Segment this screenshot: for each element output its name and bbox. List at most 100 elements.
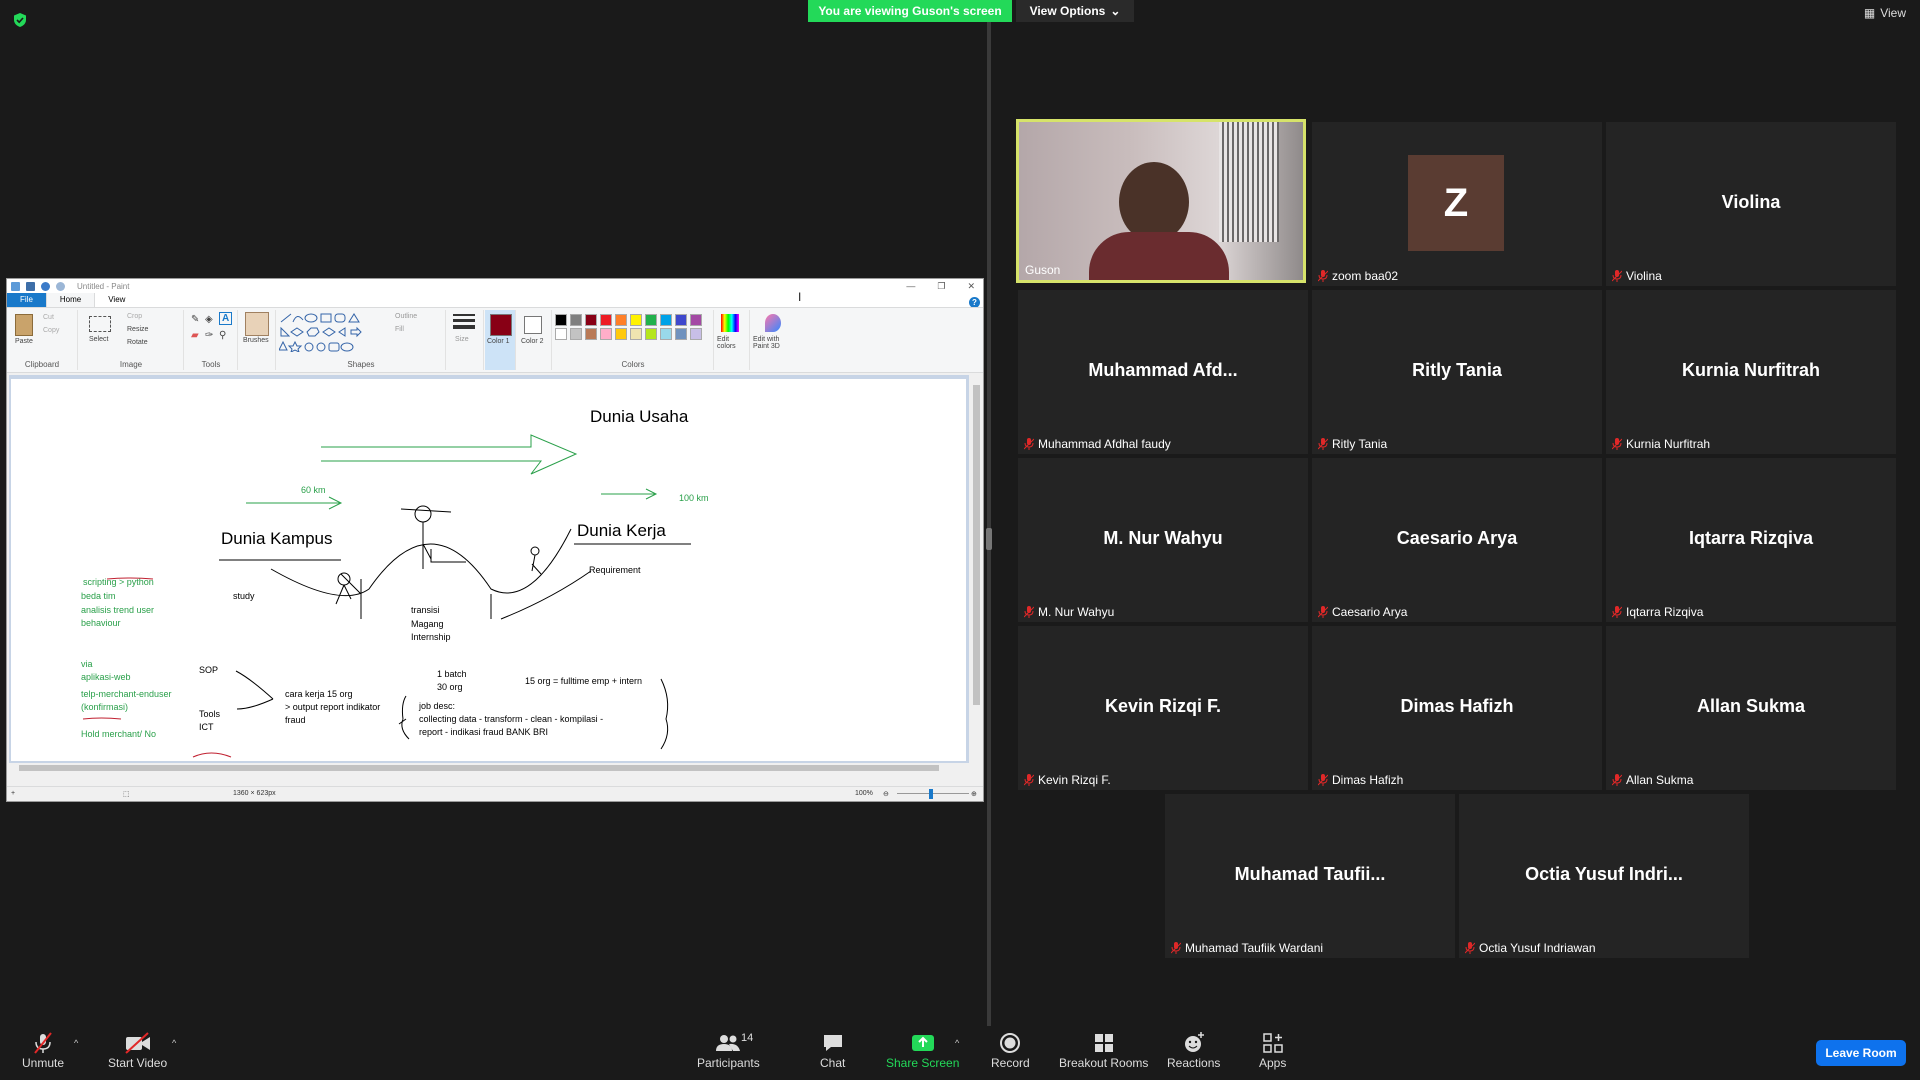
size-group[interactable]: Size [447,310,484,370]
shapes-gallery-icon[interactable] [279,312,383,352]
edit-colors-icon[interactable] [721,314,739,332]
color2-swatch[interactable] [524,316,542,334]
brushes-group[interactable]: Brushes [239,310,276,370]
redo-icon[interactable] [56,281,65,291]
outline-button[interactable]: Outline [395,313,417,320]
participant-tile[interactable]: Dimas Hafizh Dimas Hafizh [1312,626,1602,790]
select-icon[interactable] [89,316,111,332]
magnifier-icon[interactable]: ⚲ [219,330,226,341]
color-swatch[interactable] [570,314,582,326]
color-swatch[interactable] [600,314,612,326]
drawing-canvas[interactable]: Dunia Usaha Dunia Kampus Dunia Kerja 60 … [11,379,966,761]
color-swatch[interactable] [645,314,657,326]
tab-home[interactable]: Home [45,292,96,307]
color-swatch[interactable] [555,314,567,326]
maximize-icon[interactable]: ❐ [937,281,945,292]
minimize-icon[interactable]: — [906,281,915,292]
share-screen-button[interactable]: Share Screen [886,1030,959,1070]
color-swatch[interactable] [570,328,582,340]
color-swatch[interactable] [630,314,642,326]
color-swatch[interactable] [675,314,687,326]
color-swatch[interactable] [585,314,597,326]
paint3d-icon[interactable] [765,314,781,332]
paint3d-button[interactable]: Edit with Paint 3D [751,310,795,370]
fill-button[interactable]: Fill [395,326,404,333]
color-swatch[interactable] [600,328,612,340]
horizontal-scroll-thumb[interactable] [19,765,939,771]
tab-view[interactable]: View [95,293,138,307]
cut-button[interactable]: Cut [43,314,54,321]
select-label[interactable]: Select [89,336,108,343]
leave-room-button[interactable]: Leave Room [1816,1040,1906,1066]
vertical-scrollbar[interactable] [971,375,982,763]
color1-swatch[interactable] [490,314,512,336]
resize-button[interactable]: Resize [127,326,148,333]
text-tool-icon[interactable]: A [219,312,233,325]
share-options-caret-icon[interactable]: ^ [955,1038,959,1048]
participant-tile[interactable]: Muhamad Taufii... Muhamad Taufiik Wardan… [1165,794,1455,958]
color-swatch[interactable] [645,328,657,340]
edit-colors-label[interactable]: Edit colors [717,336,749,350]
color-swatch[interactable] [675,328,687,340]
color-swatch[interactable] [660,328,672,340]
participant-tile[interactable]: M. Nur Wahyu M. Nur Wahyu [1018,458,1308,622]
start-video-button[interactable]: Start Video [108,1030,167,1070]
color2-button[interactable]: Color 2 [517,310,552,370]
participant-tile[interactable]: Kurnia Nurfitrah Kurnia Nurfitrah [1606,290,1896,454]
participant-tile[interactable]: Violina Violina [1606,122,1896,286]
participant-tile[interactable]: Allan Sukma Allan Sukma [1606,626,1896,790]
participant-tile-guson[interactable]: Guson [1016,119,1306,283]
security-shield-icon[interactable] [12,12,28,28]
crop-button[interactable]: Crop [127,313,142,320]
participant-tile[interactable]: Caesario Arya Caesario Arya [1312,458,1602,622]
record-button[interactable]: Record [991,1030,1030,1070]
breakout-rooms-button[interactable]: Breakout Rooms [1059,1030,1148,1070]
apps-button[interactable]: Apps [1259,1030,1286,1070]
color-picker-icon[interactable]: ✑ [205,330,213,341]
chat-button[interactable]: Chat [820,1030,845,1070]
paste-label[interactable]: Paste [15,338,33,345]
pencil-icon[interactable]: ✎ [191,314,199,325]
view-options-button[interactable]: View Options ⌄ [1016,0,1134,22]
participant-tile[interactable]: Kevin Rizqi F. Kevin Rizqi F. [1018,626,1308,790]
vertical-scroll-thumb[interactable] [973,385,980,705]
color-swatch[interactable] [615,314,627,326]
participant-tile[interactable]: Muhammad Afd... Muhammad Afdhal faudy [1018,290,1308,454]
paint3d-label[interactable]: Edit with Paint 3D [753,336,795,350]
participant-tile[interactable]: Z zoom baa02 [1312,122,1602,286]
color1-button[interactable]: Color 1 [485,310,516,370]
zoom-out-icon[interactable]: ⊖ [883,790,889,798]
color-swatch[interactable] [555,328,567,340]
color-swatch[interactable] [630,328,642,340]
color-palette[interactable] [555,314,703,340]
zoom-in-icon[interactable]: ⊕ [971,790,977,798]
close-icon[interactable]: ✕ [967,281,975,292]
color-swatch[interactable] [660,314,672,326]
edit-colors-button[interactable]: Edit colors [713,310,750,370]
participant-tile[interactable]: Octia Yusuf Indri... Octia Yusuf Indriaw… [1459,794,1749,958]
color-swatch[interactable] [690,328,702,340]
color-swatch[interactable] [690,314,702,326]
brush-icon[interactable] [245,312,269,336]
paste-icon[interactable] [15,314,33,336]
color-swatch[interactable] [615,328,627,340]
horizontal-scrollbar[interactable] [9,763,969,773]
zoom-slider-thumb[interactable] [929,789,933,799]
reactions-button[interactable]: Reactions [1167,1030,1220,1070]
tab-file[interactable]: File [7,293,46,307]
zoom-slider[interactable] [897,793,969,794]
audio-options-caret-icon[interactable]: ^ [74,1038,78,1048]
participant-tile[interactable]: Iqtarra Rizqiva Iqtarra Rizqiva [1606,458,1896,622]
split-drag-handle[interactable] [986,528,992,550]
eraser-icon[interactable]: ▰ [191,330,199,341]
brushes-label[interactable]: Brushes [243,337,269,344]
gallery-view-button[interactable]: ▦ View [1864,6,1906,20]
unmute-button[interactable]: Unmute [22,1030,64,1070]
rotate-button[interactable]: Rotate [127,339,148,346]
undo-icon[interactable] [41,281,50,291]
copy-button[interactable]: Copy [43,327,59,334]
save-icon[interactable] [26,281,35,291]
video-options-caret-icon[interactable]: ^ [172,1038,176,1048]
split-divider[interactable] [987,22,991,1026]
color-swatch[interactable] [585,328,597,340]
